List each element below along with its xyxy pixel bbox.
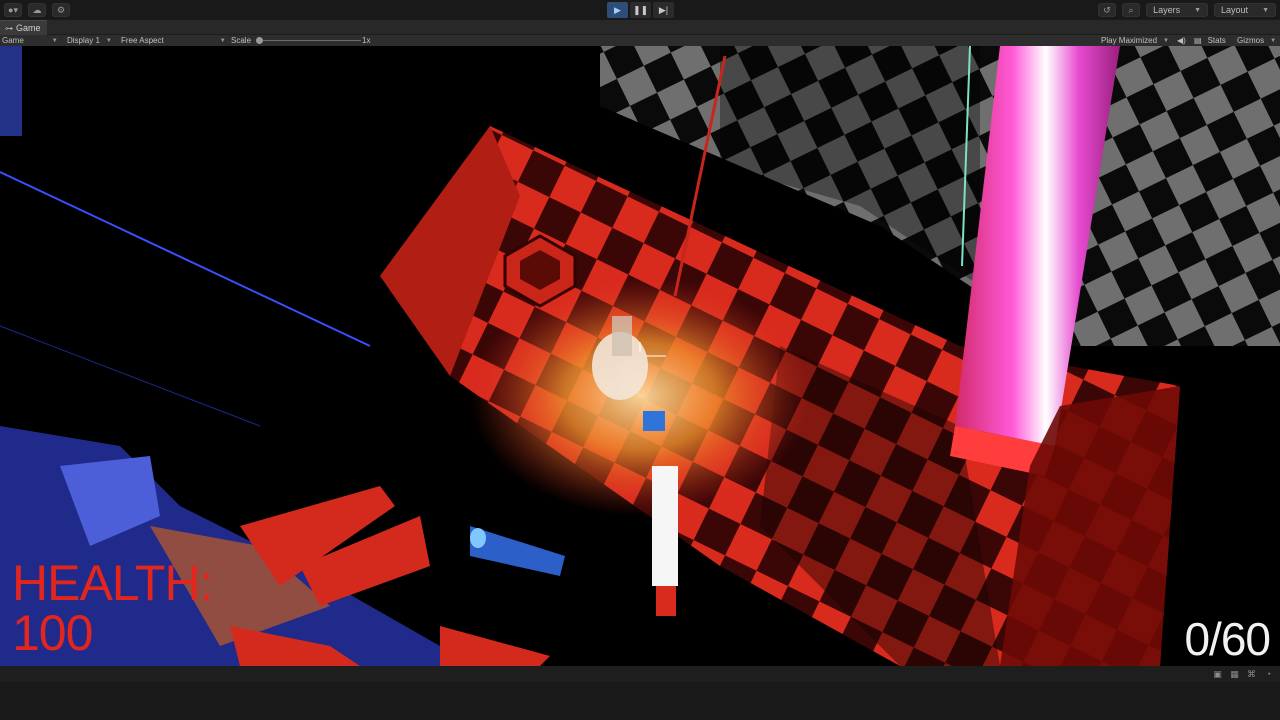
layers-label: Layers [1153, 5, 1181, 15]
display-dropdown[interactable]: Display 1 ▼ [67, 35, 112, 46]
game-view-controls: Game ▼ Display 1 ▼ Free Aspect ▼ Scale 1… [0, 35, 1280, 46]
speaker-icon: ◀) [1177, 36, 1186, 45]
editor-background [0, 682, 1280, 720]
cloud-icon: ☁ [32, 4, 42, 15]
chevron-down-icon: ▼ [1270, 37, 1277, 44]
health-label: HEALTH: [12, 555, 213, 611]
play-mode-label: Play Maximized [1101, 36, 1158, 45]
history-icon: ↺ [1103, 4, 1111, 15]
gizmos-label: Gizmos [1237, 36, 1265, 45]
aspect-dropdown[interactable]: Free Aspect ▼ [121, 35, 226, 46]
gizmos-dropdown[interactable]: Gizmos ▼ [1237, 35, 1276, 46]
chevron-down-icon: ▼ [1194, 6, 1202, 14]
health-display: HEALTH: 100 [12, 555, 213, 661]
game-mode-label: Game [2, 36, 24, 45]
chevron-down-icon: ▼ [105, 37, 112, 44]
chevron-down-icon: ▼ [219, 37, 226, 44]
toolbar-left-group: ●▾ ☁ ⚙ [4, 3, 70, 17]
play-mode-dropdown[interactable]: Play Maximized ▼ [1101, 35, 1169, 46]
game-mode-dropdown[interactable]: Game ▼ [2, 35, 58, 46]
toolbar-right-group: ↺ ⌕ Layers ▼ Layout ▼ [1098, 3, 1276, 17]
scale-slider-handle[interactable] [256, 37, 263, 44]
layout-dropdown[interactable]: Layout ▼ [1214, 3, 1276, 17]
search-icon: ⌕ [1128, 4, 1134, 15]
pause-icon: ❚❚ [632, 4, 649, 15]
ammo-counter: 0/60 [1184, 613, 1271, 665]
services-button[interactable]: ⚙ [52, 3, 70, 17]
console-icon[interactable]: ▣ [1212, 669, 1223, 679]
cloud-button[interactable]: ☁ [28, 3, 46, 17]
chevron-down-icon: ▼ [1262, 6, 1269, 14]
play-icon: ▶ [614, 4, 621, 15]
status-bar: ▣ ▦ ⌘ ◔ [0, 666, 1280, 682]
view-tab-bar: ⊶ Game [0, 20, 1280, 35]
pause-button[interactable]: ❚❚ [630, 2, 651, 18]
tab-game[interactable]: ⊶ Game [0, 20, 47, 35]
main-toolbar: ●▾ ☁ ⚙ ▶ ❚❚ ▶| ↺ ⌕ Layers ▼ Layout ▼ [0, 0, 1280, 20]
scale-slider-track[interactable] [257, 40, 361, 41]
scale-label: Scale [231, 36, 252, 45]
tab-game-label: Game [16, 23, 41, 33]
chevron-down-icon: ▼ [51, 37, 58, 44]
search-button[interactable]: ⌕ [1122, 3, 1141, 17]
chevron-down-icon: ▼ [1163, 37, 1169, 44]
display-label: Display 1 [67, 36, 100, 45]
stats-icon: ▤ [1194, 36, 1202, 45]
scale-value: 1x [362, 36, 371, 45]
network-icon[interactable]: ⌘ [1246, 669, 1257, 679]
services-icon: ⚙ [56, 4, 66, 15]
mute-audio-button[interactable]: ◀) [1177, 35, 1186, 46]
progress-icon[interactable]: ◔ [1263, 669, 1274, 679]
layers-dropdown[interactable]: Layers ▼ [1146, 3, 1209, 17]
play-button[interactable]: ▶ [607, 2, 628, 18]
stats-label: Stats [1207, 36, 1226, 45]
game-viewport[interactable]: HEALTH: 100 0/60 [0, 46, 1280, 666]
step-icon: ▶| [658, 4, 669, 15]
stats-button[interactable]: ▤ Stats [1194, 35, 1226, 46]
account-button[interactable]: ●▾ [4, 3, 22, 17]
account-icon: ●▾ [8, 4, 18, 15]
gamepad-icon: ⊶ [5, 23, 13, 33]
play-controls: ▶ ❚❚ ▶| [607, 2, 674, 18]
step-button[interactable]: ▶| [653, 2, 674, 18]
layout-label: Layout [1221, 5, 1249, 15]
layers-icon[interactable]: ▦ [1229, 669, 1240, 679]
health-value: 100 [12, 605, 93, 661]
history-button[interactable]: ↺ [1098, 3, 1117, 17]
aspect-label: Free Aspect [121, 36, 164, 45]
status-icons: ▣ ▦ ⌘ ◔ [1212, 669, 1274, 679]
